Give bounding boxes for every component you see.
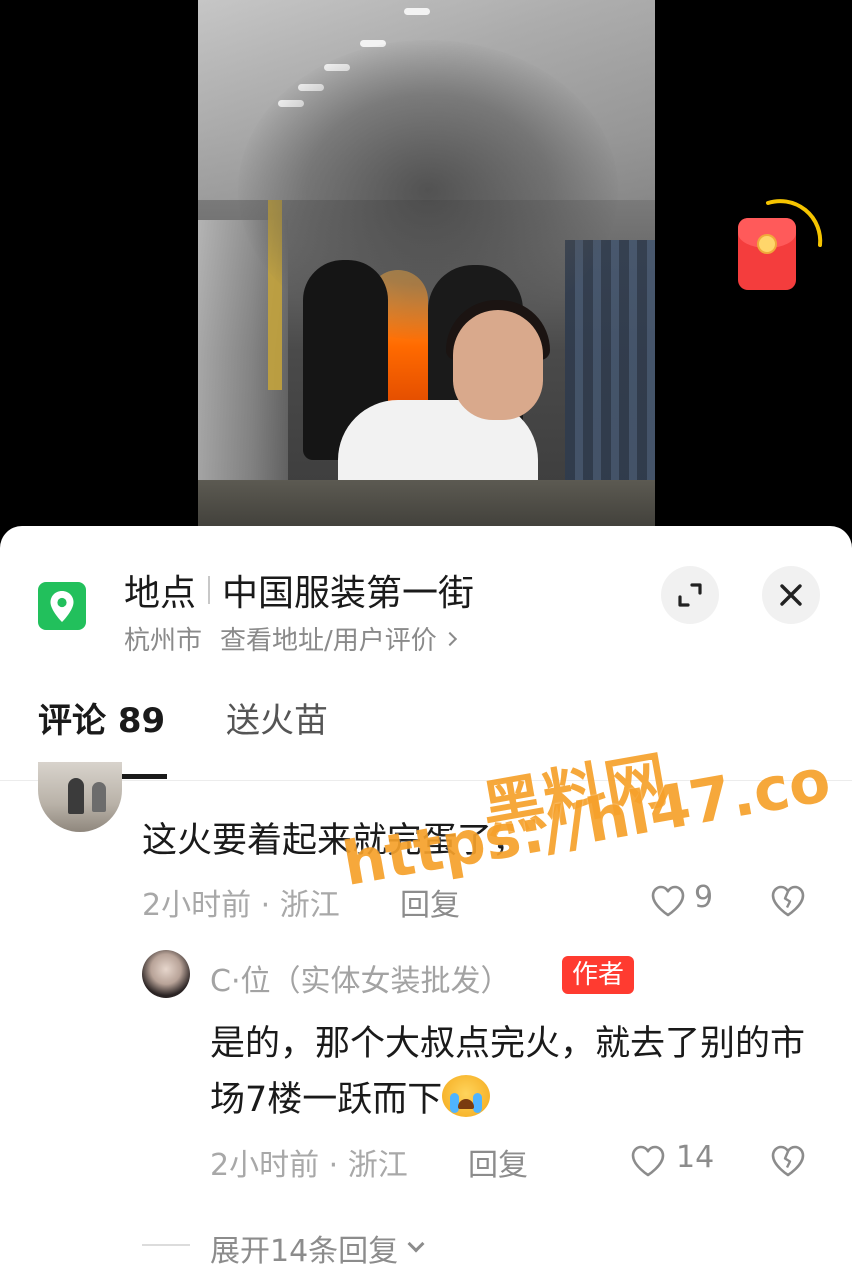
divider (0, 780, 852, 781)
expand-button[interactable] (661, 566, 719, 624)
close-icon (780, 584, 802, 606)
tab-send-flame[interactable]: 送火苗 (226, 696, 328, 746)
location-address-link[interactable]: 查看地址/用户评价 (220, 620, 437, 657)
ceiling-light (404, 8, 430, 15)
avatar[interactable] (38, 762, 122, 832)
location-subtitle[interactable]: 杭州市 查看地址/用户评价 (124, 620, 457, 657)
broken-heart-icon[interactable] (770, 1144, 806, 1178)
comment-text: 这火要着起来就完蛋了， (142, 821, 528, 861)
like-count: 14 (676, 1140, 715, 1175)
expand-replies-button[interactable]: 展开14条回复 (210, 1226, 425, 1270)
comment-meta: 2小时前 · 浙江 (142, 888, 340, 923)
tab-comments[interactable]: 评论 89 (38, 696, 165, 746)
expand-replies-label: 展开14条回复 (210, 1234, 399, 1269)
tab-bar: 评论 89 送火苗 (0, 696, 852, 780)
reply-username[interactable]: C·位（实体女装批发） (210, 956, 510, 1000)
avatar-figure (68, 778, 84, 814)
woman-face (453, 310, 543, 420)
crying-emoji-icon (442, 1075, 491, 1117)
location-pin-icon (38, 582, 86, 630)
like-count: 9 (694, 880, 714, 915)
comment-username-cut (142, 762, 342, 776)
reply-text: 是的，那个大叔点完火，就去了别的市场7楼一跃而下 (210, 1016, 820, 1128)
location-label: 地点 (124, 573, 197, 614)
reply-text-content: 是的，那个大叔点完火，就去了别的市场7楼一跃而下 (210, 1024, 806, 1120)
location-name: 中国服装第一街 (222, 573, 475, 614)
reply-button[interactable]: 回复 (400, 880, 460, 924)
smoke (238, 40, 618, 340)
expand-icon (678, 583, 702, 607)
chevron-right-icon (442, 631, 457, 646)
video-player[interactable] (0, 0, 852, 540)
location-comments-panel: 地点 中国服装第一街 杭州市 查看地址/用户评价 评论 89 送火苗 这火要着起… (0, 526, 852, 1280)
red-packet-icon[interactable] (738, 218, 796, 290)
location-city: 杭州市 (124, 626, 203, 656)
location-separator (208, 576, 211, 604)
close-button[interactable] (762, 566, 820, 624)
location-title[interactable]: 地点 中国服装第一街 (124, 564, 474, 616)
author-badge: 作者 (562, 956, 635, 994)
heart-icon[interactable] (650, 884, 686, 918)
avatar[interactable] (142, 950, 190, 998)
chevron-down-icon (407, 1235, 425, 1253)
red-packet-coin (757, 234, 777, 254)
heart-icon[interactable] (630, 1144, 666, 1178)
expand-divider (142, 1244, 190, 1246)
avatar-figure (92, 782, 106, 812)
broken-heart-icon[interactable] (770, 884, 806, 918)
reply-meta: 2小时前 · 浙江 (210, 1148, 408, 1183)
reply-button[interactable]: 回复 (468, 1140, 528, 1184)
video-frame[interactable] (198, 0, 655, 540)
